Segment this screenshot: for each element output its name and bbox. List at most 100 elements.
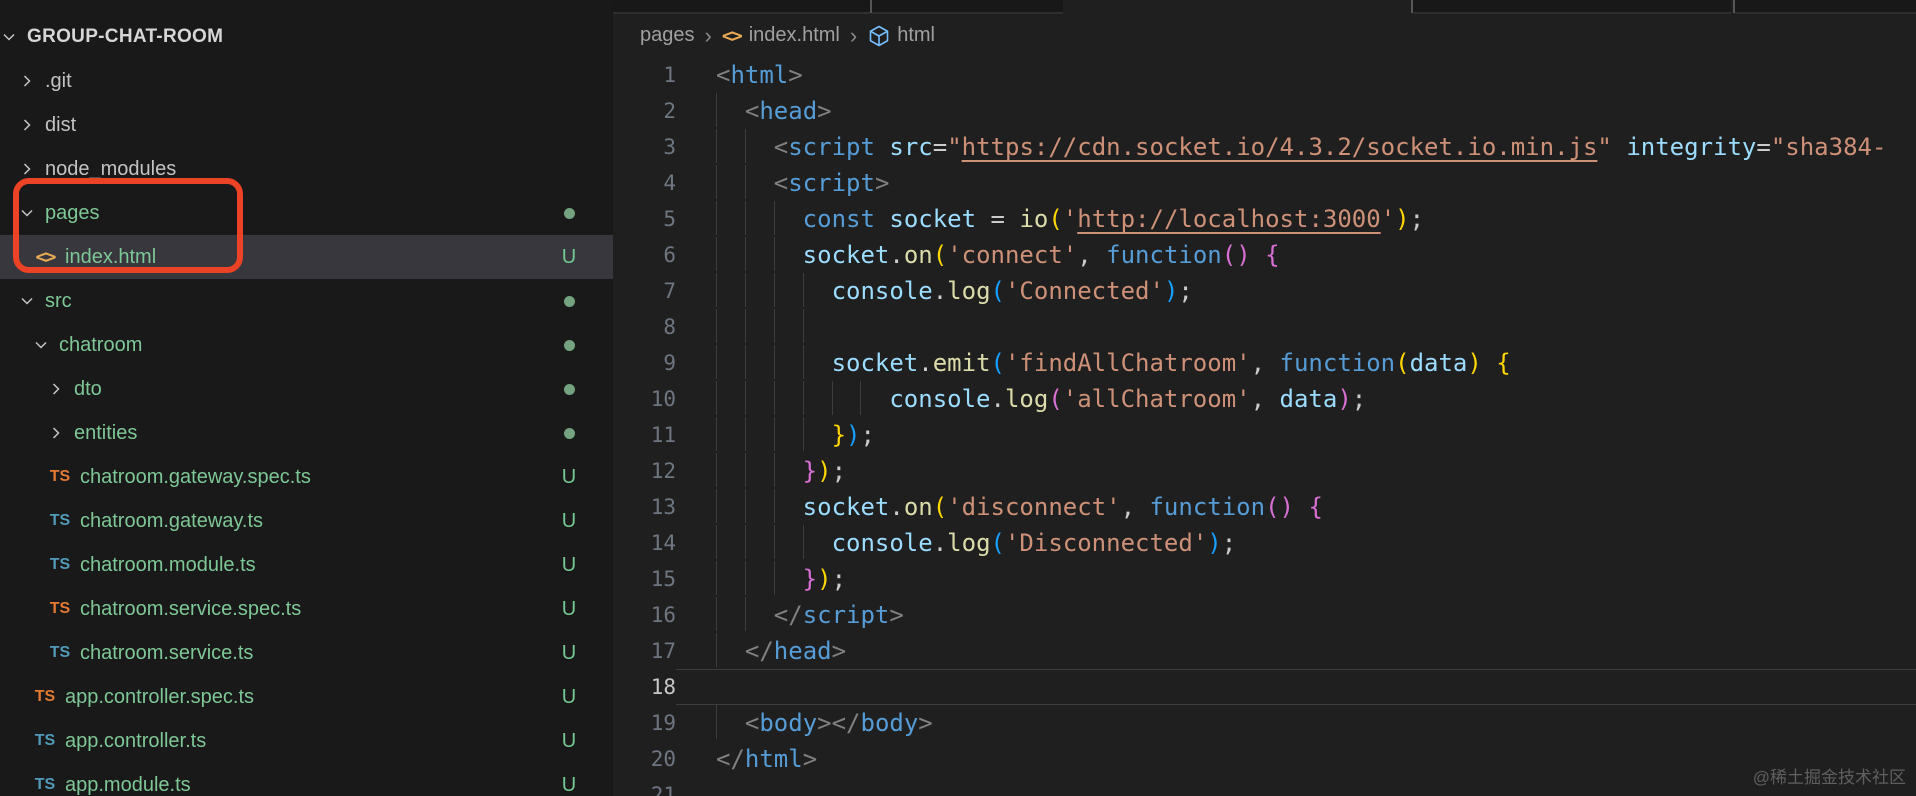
sidebar-item-src[interactable]: src [0,279,613,323]
code-line-20[interactable]: 20</html> [613,741,1916,777]
item-label: entities [74,422,137,445]
line-number: 14 [613,525,676,561]
item-label: chatroom.gateway.spec.ts [80,466,311,489]
line-number: 21 [613,777,676,796]
chevron-right-icon [18,160,36,178]
line-content: <script> [676,165,1916,201]
item-label: src [45,290,72,313]
code-line-4[interactable]: 4 <script> [613,165,1916,201]
sidebar-item-entities[interactable]: entities [0,411,613,455]
line-number: 4 [613,165,676,201]
line-number: 17 [613,633,676,669]
line-number: 7 [613,273,676,309]
git-untracked-dot-badge [556,422,582,445]
item-label: dist [45,114,76,137]
line-content [676,669,1916,705]
sidebar-item-chatroom-service-spec-ts[interactable]: TSchatroom.service.spec.tsU [0,587,613,631]
sidebar-item-chatroom-service-ts[interactable]: TSchatroom.service.tsU [0,631,613,675]
code-line-7[interactable]: 7 console.log('Connected'); [613,273,1916,309]
line-content [676,309,1916,345]
sidebar-item-app-controller-spec-ts[interactable]: TSapp.controller.spec.tsU [0,675,613,719]
sidebar-item-node_modules[interactable]: node_modules [0,147,613,191]
line-number: 11 [613,417,676,453]
breadcrumb-item-pages[interactable]: pages [640,24,695,47]
project-root-header[interactable]: GROUP-CHAT-ROOM [0,15,613,59]
typescript-file-icon: TS [47,556,73,574]
code-line-13[interactable]: 13 socket.on('disconnect', function() { [613,489,1916,525]
tab-active[interactable] [1063,0,1411,14]
code-line-21[interactable]: 21 [613,777,1916,796]
git-untracked-badge: U [556,774,582,796]
typescript-spec-file-icon: TS [47,600,73,618]
tab-partial-4[interactable] [1735,0,1916,14]
line-number: 13 [613,489,676,525]
git-untracked-dot-badge [556,202,582,225]
code-line-2[interactable]: 2 <head> [613,93,1916,129]
line-content: </head> [676,633,1916,669]
git-untracked-dot-badge [556,334,582,357]
item-label: app.module.ts [65,774,191,796]
code-line-16[interactable]: 16 </script> [613,597,1916,633]
item-label: index.html [65,246,156,269]
sidebar-item-pages[interactable]: pages [0,191,613,235]
tab-partial-3[interactable] [1413,0,1731,14]
code-line-11[interactable]: 11 }); [613,417,1916,453]
line-number: 18 [613,669,676,705]
code-line-9[interactable]: 9 socket.emit('findAllChatroom', functio… [613,345,1916,381]
chevron-right-icon [18,116,36,134]
sidebar-item--git[interactable]: .git [0,59,613,103]
sidebar-item-chatroom[interactable]: chatroom [0,323,613,367]
chevron-down-icon [32,336,50,354]
html-file-icon: <> [32,246,58,268]
line-content [676,777,1916,796]
line-number: 6 [613,237,676,273]
code-line-14[interactable]: 14 console.log('Disconnected'); [613,525,1916,561]
breadcrumb-separator: › [705,23,712,49]
code-line-18[interactable]: 18 [613,669,1916,705]
typescript-file-icon: TS [47,644,73,662]
line-content: <body></body> [676,705,1916,741]
line-content: <html> [676,57,1916,93]
line-content: <head> [676,93,1916,129]
sidebar-item-chatroom-module-ts[interactable]: TSchatroom.module.tsU [0,543,613,587]
tab-separator [1733,0,1735,13]
code-line-17[interactable]: 17 </head> [613,633,1916,669]
sidebar-item-chatroom-gateway-ts[interactable]: TSchatroom.gateway.tsU [0,499,613,543]
code-line-15[interactable]: 15 }); [613,561,1916,597]
code-line-10[interactable]: 10 console.log('allChatroom', data); [613,381,1916,417]
breadcrumb-item-index-html[interactable]: <>index.html [722,24,840,47]
code-line-5[interactable]: 5 const socket = io('http://localhost:30… [613,201,1916,237]
code-line-8[interactable]: 8 [613,309,1916,345]
sidebar-item-dto[interactable]: dto [0,367,613,411]
code-line-6[interactable]: 6 socket.on('connect', function() { [613,237,1916,273]
code-line-1[interactable]: 1<html> [613,57,1916,93]
breadcrumb-item-html[interactable]: html [867,24,935,48]
code-editor[interactable]: 1<html>2 <head>3 <script src="https://cd… [613,57,1916,796]
item-label: pages [45,202,100,225]
line-content: }); [676,453,1916,489]
git-untracked-dot-badge [556,290,582,313]
line-content: const socket = io('http://localhost:3000… [676,201,1916,237]
code-line-19[interactable]: 19 <body></body> [613,705,1916,741]
code-line-12[interactable]: 12 }); [613,453,1916,489]
sidebar-item-chatroom-gateway-spec-ts[interactable]: TSchatroom.gateway.spec.tsU [0,455,613,499]
tab-partial-2[interactable] [872,0,1063,14]
sidebar-item-dist[interactable]: dist [0,103,613,147]
line-number: 16 [613,597,676,633]
item-label: chatroom.module.ts [80,554,256,577]
line-number: 9 [613,345,676,381]
item-label: chatroom.service.spec.ts [80,598,301,621]
sidebar-item-index-html[interactable]: <>index.htmlU [0,235,613,279]
item-label: dto [74,378,102,401]
sidebar-item-app-controller-ts[interactable]: TSapp.controller.tsU [0,719,613,763]
line-content: socket.on('connect', function() { [676,237,1916,273]
tab-partial-1[interactable] [613,0,870,14]
tab-bar [613,0,1916,14]
line-number: 20 [613,741,676,777]
line-number: 1 [613,57,676,93]
code-line-3[interactable]: 3 <script src="https://cdn.socket.io/4.3… [613,129,1916,165]
breadcrumb-label: html [897,24,935,47]
line-content: console.log('Connected'); [676,273,1916,309]
sidebar-item-app-module-ts[interactable]: TSapp.module.tsU [0,763,613,796]
chevron-down-icon [18,204,36,222]
